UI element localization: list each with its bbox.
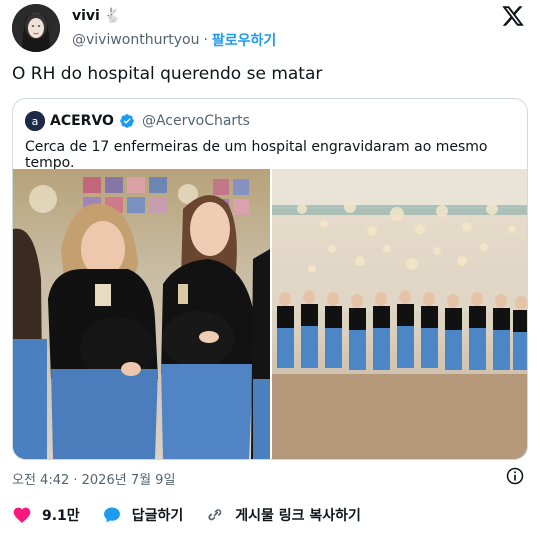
follow-button[interactable]: 팔로우하기 — [212, 30, 276, 50]
separator-dot: · — [203, 32, 208, 48]
like-count: 9.1만 — [42, 508, 80, 524]
quoted-tweet[interactable]: a ACERVO @AcervoCharts Cerca de 17 enfer… — [12, 98, 528, 460]
quote-author-name: ACERVO — [50, 113, 114, 129]
quote-media[interactable] — [13, 169, 527, 459]
quote-avatar-letter: a — [32, 115, 39, 128]
author-avatar[interactable] — [12, 4, 60, 52]
photo-right-nurses-group[interactable] — [272, 169, 527, 459]
quote-author-handle: @AcervoCharts — [141, 113, 250, 129]
author-display-name[interactable]: vivi — [72, 8, 100, 24]
reply-label: 답글하기 — [131, 508, 184, 524]
x-logo-icon[interactable] — [501, 4, 525, 28]
copy-link-label: 게시물 링크 복사하기 — [235, 508, 361, 524]
quote-text: Cerca de 17 enfermeiras de um hospital e… — [25, 139, 488, 171]
link-icon — [208, 509, 222, 521]
tweet-timestamp[interactable]: 오전 4:42 · 2026년 7월 9일 — [12, 469, 175, 488]
author-handle[interactable]: @viviwonthurtyou — [72, 32, 199, 48]
action-bar: 9.1만 답글하기 게시물 링크 복사하기 — [12, 505, 361, 525]
tweet-text: O RH do hospital querendo se matar — [12, 64, 323, 84]
photo-left-nurses-closeup[interactable] — [13, 169, 270, 459]
copy-link-button[interactable]: 게시물 링크 복사하기 — [205, 505, 361, 525]
info-icon[interactable] — [505, 466, 525, 486]
quote-author-avatar: a — [25, 111, 45, 131]
reply-bubble-icon — [103, 507, 120, 523]
tweet-header: vivi 🐇 @viviwonthurtyou · 팔로우하기 — [12, 4, 525, 54]
reply-button[interactable]: 답글하기 — [102, 505, 184, 525]
heart-icon — [13, 507, 31, 523]
like-button[interactable]: 9.1만 — [12, 505, 80, 525]
verified-badge-icon — [120, 114, 134, 128]
rabbit-emoji-icon: 🐇 — [103, 8, 122, 24]
